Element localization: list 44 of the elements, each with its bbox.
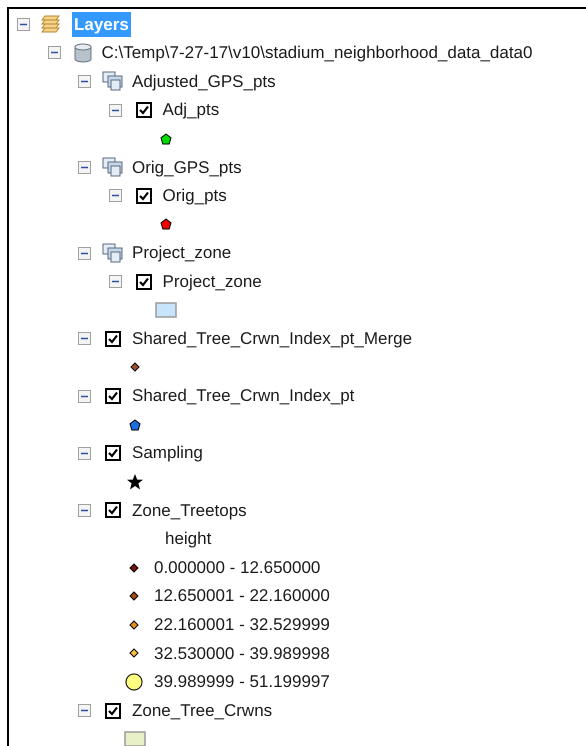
layer-label[interactable]: Orig_pts — [162, 183, 227, 209]
legend-class-label: 22.160001 - 32.529999 — [154, 614, 330, 636]
legend-class-label: 39.989999 - 51.199997 — [154, 671, 330, 694]
checkbox[interactable] — [105, 702, 121, 719]
layer-label[interactable]: Shared_Tree_Crwn_Index_pt_Merge — [132, 326, 412, 352]
checkbox[interactable] — [136, 102, 152, 118]
collapse-icon[interactable] — [108, 189, 122, 202]
collapse-icon[interactable] — [78, 446, 91, 460]
checkbox[interactable] — [105, 330, 121, 347]
group-layer-label[interactable]: Project_zone — [132, 240, 232, 266]
checkbox[interactable] — [136, 274, 152, 290]
collapse-icon[interactable] — [78, 504, 91, 517]
legend-class-label: 0.000000 - 12.650000 — [154, 556, 320, 579]
collapse-icon[interactable] — [78, 160, 91, 174]
layer-label[interactable]: Zone_Tree_Crwns — [132, 698, 272, 724]
group-layer-icon — [102, 243, 124, 264]
layer-label[interactable]: Shared_Tree_Crwn_Index_pt — [132, 383, 354, 409]
data-source-label[interactable]: C:\Temp\7-27-17\v10\stadium_neighborhood_data_data0 — [102, 40, 532, 66]
collapse-icon[interactable] — [17, 18, 30, 31]
collapse-icon[interactable] — [78, 390, 91, 403]
database-icon — [74, 42, 92, 63]
collapse-icon[interactable] — [78, 704, 91, 718]
layer-label[interactable]: Project_zone — [162, 268, 262, 294]
checkbox[interactable] — [105, 502, 121, 518]
legend-heading: height — [165, 528, 212, 550]
legend-class-label: 32.530000 - 39.989998 — [154, 642, 330, 665]
group-layer-icon — [102, 157, 124, 178]
checkbox[interactable] — [105, 388, 121, 404]
layer-label[interactable]: Sampling — [132, 440, 203, 466]
group-layer-label[interactable]: Orig_GPS_pts — [132, 154, 242, 180]
layers-icon — [40, 14, 62, 34]
checkbox[interactable] — [105, 445, 121, 462]
collapse-icon[interactable] — [78, 246, 91, 260]
group-layer-label[interactable]: Adjusted_GPS_pts — [132, 68, 276, 94]
checkbox[interactable] — [136, 188, 152, 204]
collapse-icon[interactable] — [48, 46, 60, 60]
collapse-icon[interactable] — [108, 275, 122, 288]
layer-label[interactable]: Zone_Treetops — [132, 498, 247, 524]
group-layer-icon — [102, 71, 124, 92]
collapse-icon[interactable] — [108, 104, 122, 117]
collapse-icon[interactable] — [78, 332, 91, 346]
collapse-icon[interactable] — [78, 74, 91, 88]
legend-class-label: 12.650001 - 22.160000 — [154, 585, 330, 608]
layer-label[interactable]: Adj_pts — [162, 97, 220, 123]
